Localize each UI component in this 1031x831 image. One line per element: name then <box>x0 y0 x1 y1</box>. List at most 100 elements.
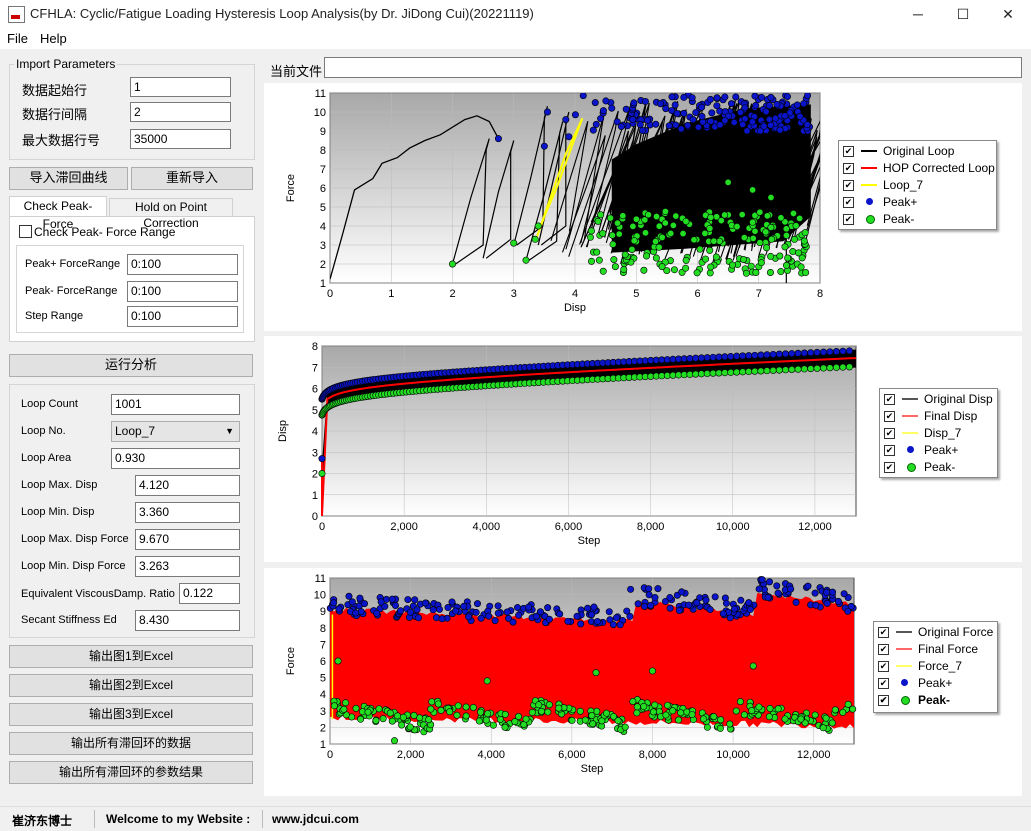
peak-plus-point <box>757 351 765 359</box>
checkbox-checked-icon[interactable]: ✔ <box>878 695 889 706</box>
start-row-input[interactable]: 1 <box>130 77 231 97</box>
peak-minus-point <box>788 366 796 374</box>
peak-plus-point <box>597 115 605 123</box>
row-interval-input[interactable]: 2 <box>130 102 231 122</box>
checkbox-checked-icon[interactable]: ✔ <box>878 678 889 689</box>
peak-plus-point <box>769 350 777 358</box>
export-all-loops-button[interactable]: 输出所有滞回环的数据 <box>9 732 253 755</box>
x-tick-label: 3 <box>511 288 517 300</box>
loop-min-disp-force-field[interactable]: 3.263 <box>135 556 240 577</box>
checkbox-checked-icon[interactable]: ✔ <box>843 163 854 174</box>
peak-plus-point <box>844 607 852 615</box>
peak-minus-point <box>427 705 435 713</box>
website-link[interactable]: www.jdcui.com <box>272 812 359 826</box>
peak-minus-point <box>545 701 553 709</box>
peak-minus-point <box>763 244 771 252</box>
tab-check-peak-force[interactable]: Check Peak-Force <box>9 196 107 231</box>
peak-minus-point <box>757 367 765 375</box>
loop-max-disp-force-field[interactable]: 9.670 <box>135 529 240 550</box>
peak-minus-point <box>763 212 771 220</box>
peak-plus-point <box>627 585 635 593</box>
peak-plus-point <box>391 602 399 610</box>
checkbox-checked-icon[interactable]: ✔ <box>843 180 854 191</box>
minimize-button[interactable]: ─ <box>895 2 941 26</box>
max-row-input[interactable]: 35000 <box>130 129 231 149</box>
secant-stiffness-field[interactable]: 8.430 <box>135 610 240 631</box>
check-peak-range-checkbox[interactable] <box>19 225 32 238</box>
peak-plus-point <box>733 352 741 360</box>
peak-plus-point <box>840 590 848 598</box>
export-fig2-button[interactable]: 输出图2到Excel <box>9 674 253 697</box>
checkbox-checked-icon[interactable]: ✔ <box>843 197 854 208</box>
peak-minus-point <box>682 264 690 272</box>
peak-plus-point <box>361 600 369 608</box>
peak-plus-point <box>571 111 579 119</box>
loop-max-disp-label: Loop Max. Disp <box>21 479 98 491</box>
checkbox-checked-icon[interactable]: ✔ <box>884 394 895 405</box>
peak-plus-range-input[interactable]: 0:100 <box>127 254 238 275</box>
peak-minus-point <box>740 711 748 719</box>
import-curve-button[interactable]: 导入滞回曲线 <box>9 167 128 190</box>
peak-plus-point <box>452 607 460 615</box>
peak-minus-point <box>364 708 372 716</box>
peak-plus-point <box>666 594 674 602</box>
peak-minus-point <box>767 252 775 260</box>
peak-minus-point <box>375 705 383 713</box>
checkbox-checked-icon[interactable]: ✔ <box>843 146 854 157</box>
checkbox-checked-icon[interactable]: ✔ <box>878 644 889 655</box>
loop-max-disp-field[interactable]: 4.120 <box>135 475 240 496</box>
peak-plus-point <box>721 353 729 361</box>
peak-minus-point <box>696 245 704 253</box>
close-button[interactable]: ✕ <box>985 2 1031 26</box>
peak-minus-point <box>797 715 805 723</box>
peak-minus-point <box>774 705 782 713</box>
run-analysis-button[interactable]: 运行分析 <box>9 354 253 377</box>
loop-no-select[interactable]: Loop_7 ▼ <box>111 421 240 442</box>
peak-plus-point <box>746 605 754 613</box>
peak-plus-point <box>703 354 711 362</box>
legend-chart-2: ✔ Original Disp ✔ Final Disp ✔ Disp_7 ✔ Peak… <box>879 388 998 478</box>
peak-minus-point <box>667 229 675 237</box>
checkbox-checked-icon[interactable]: ✔ <box>878 661 889 672</box>
menu-file[interactable]: File <box>7 31 28 46</box>
peak-minus-point <box>477 708 485 716</box>
y-tick-label: 4 <box>320 221 326 233</box>
peak-minus-range-input[interactable]: 0:100 <box>127 281 238 302</box>
checkbox-checked-icon[interactable]: ✔ <box>843 214 854 225</box>
peak-plus-point <box>813 348 821 356</box>
peak-minus-point <box>782 225 790 233</box>
reimport-button[interactable]: 重新导入 <box>131 167 253 190</box>
loop-min-disp-field[interactable]: 3.360 <box>135 502 240 523</box>
peak-plus-point <box>745 352 753 360</box>
checkbox-checked-icon[interactable]: ✔ <box>884 428 895 439</box>
step-range-input[interactable]: 0:100 <box>127 306 238 327</box>
export-all-params-button[interactable]: 输出所有滞回环的参数结果 <box>9 761 253 784</box>
checkbox-checked-icon[interactable]: ✔ <box>878 627 889 638</box>
y-tick-label: 1 <box>320 278 326 290</box>
peak-plus-point <box>388 595 396 603</box>
peak-plus-point <box>651 594 659 602</box>
maximize-button[interactable]: ☐ <box>940 2 986 26</box>
peak-plus-point <box>694 123 702 131</box>
peak-plus-point <box>765 102 773 110</box>
peak-plus-point <box>811 589 819 597</box>
loop-area-field[interactable]: 0.930 <box>111 448 240 469</box>
loop-count-field[interactable]: 1001 <box>111 394 240 415</box>
peak-minus-point <box>710 713 718 721</box>
peak-plus-point <box>766 578 774 586</box>
peak-minus-point <box>642 229 650 237</box>
menu-help[interactable]: Help <box>40 31 67 46</box>
evdr-field[interactable]: 0.122 <box>179 583 240 604</box>
export-fig3-button[interactable]: 输出图3到Excel <box>9 703 253 726</box>
tab-hold-on-point[interactable]: Hold on Point Correction <box>109 198 233 230</box>
peak-minus-point <box>749 662 757 670</box>
checkbox-checked-icon[interactable]: ✔ <box>884 411 895 422</box>
export-fig1-button[interactable]: 输出图1到Excel <box>9 645 253 668</box>
peak-minus-point <box>595 256 603 264</box>
peak-plus-point <box>602 97 610 105</box>
checkbox-checked-icon[interactable]: ✔ <box>884 445 895 456</box>
checkbox-checked-icon[interactable]: ✔ <box>884 462 895 473</box>
current-file-field[interactable] <box>324 57 1022 78</box>
peak-minus-point <box>707 213 715 221</box>
peak-plus-point <box>494 609 502 617</box>
